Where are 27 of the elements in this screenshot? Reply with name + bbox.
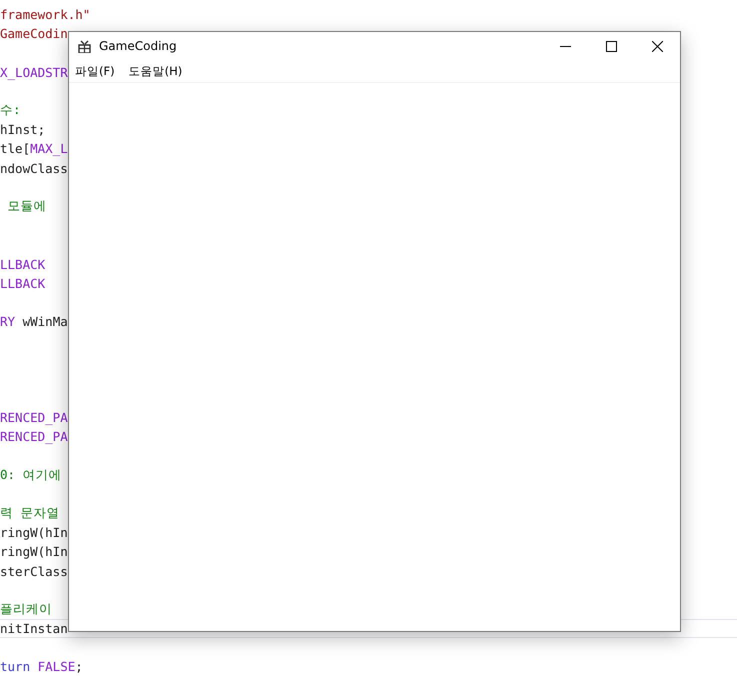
code-line: RENCED_PA	[0, 429, 68, 444]
app-icon	[78, 40, 91, 52]
code-line: framework.h"	[0, 7, 90, 22]
code-line: hInst;	[0, 122, 46, 138]
code-line: 모듈에	[6, 198, 47, 215]
menu-item[interactable]: 도움말(H)	[128, 64, 182, 78]
code-line: 력 문자열	[0, 504, 60, 522]
code-line: tle[MAX_L	[0, 141, 68, 156]
code-line: 0: 여기에	[0, 466, 62, 484]
code-line: ndowClass	[0, 160, 68, 176]
code-line: 플리케이	[0, 600, 52, 618]
code-line: LLBACK	[0, 256, 46, 272]
close-icon	[652, 40, 662, 52]
code-line: nitInstan	[0, 621, 68, 636]
code-line: LLBACK	[0, 276, 46, 291]
code-line: X_LOADSTR	[0, 64, 68, 80]
menu-item[interactable]: 파일(F)	[75, 64, 115, 78]
code-line: ringW(hIn	[0, 544, 68, 560]
maximize-icon	[606, 40, 616, 52]
code-line: sterClass	[0, 564, 68, 579]
code-line: RY wWinMa	[0, 314, 68, 330]
code-line: RENCED_PA	[0, 410, 68, 426]
code-line: ringW(hIn	[0, 525, 68, 540]
code-line: turn FALSE;	[0, 659, 83, 674]
code-line: 수:	[0, 102, 21, 120]
code-line: GameCodin	[0, 26, 68, 42]
window-title: GameCoding	[99, 39, 178, 53]
